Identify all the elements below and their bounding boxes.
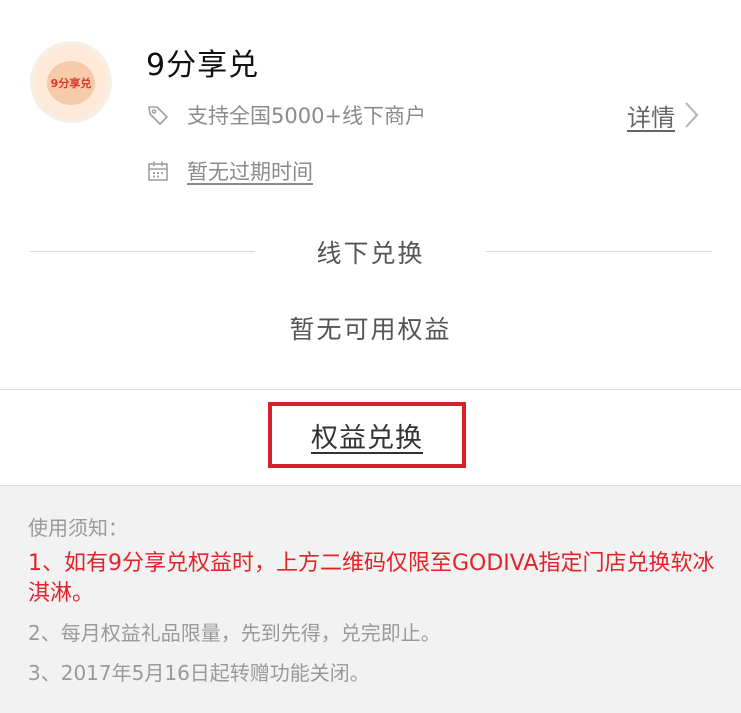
notice-heading: 使用须知：: [28, 516, 128, 540]
redeem-label[interactable]: 权益兑换: [311, 416, 423, 455]
detail-label[interactable]: 详情: [627, 98, 675, 133]
calendar-icon: [148, 161, 168, 181]
merchant-logo-text: 9分享兑: [50, 77, 92, 90]
expiry-text[interactable]: 暂无过期时间: [187, 156, 313, 186]
merchant-card: 9分享兑 9分享兑 支持全国5000+线下商户 详情 暂无过期时间 线下兑换 暂…: [0, 0, 741, 389]
usage-notice: 使用须知： 1、如有9分享兑权益时，上方二维码仅限至GODIVA指定门店兑换软冰…: [28, 512, 718, 699]
redeem-bar: 权益兑换: [0, 389, 741, 486]
empty-state-text: 暂无可用权益: [289, 315, 452, 344]
tag-icon: [148, 106, 168, 125]
merchant-name: 9分享兑: [146, 48, 260, 83]
notice-item-1: 1、如有9分享兑权益时，上方二维码仅限至GODIVA指定门店兑换软冰淇淋。: [28, 551, 715, 606]
notice-item-3: 3、2017年5月16日起转赠功能关闭。: [28, 661, 370, 685]
redeem-button[interactable]: 权益兑换: [268, 402, 466, 468]
section-title: 线下兑换: [316, 239, 425, 268]
support-text: 支持全国5000+线下商户: [187, 104, 427, 128]
expiry-row: 暂无过期时间: [146, 155, 313, 187]
merchant-logo: 9分享兑: [30, 41, 112, 123]
notice-item-2: 2、每月权益礼品限量，先到先得，兑完即止。: [28, 621, 441, 645]
support-row: 支持全国5000+线下商户: [146, 99, 426, 131]
detail-link[interactable]: 详情: [627, 97, 701, 133]
chevron-right-icon[interactable]: [681, 99, 701, 131]
